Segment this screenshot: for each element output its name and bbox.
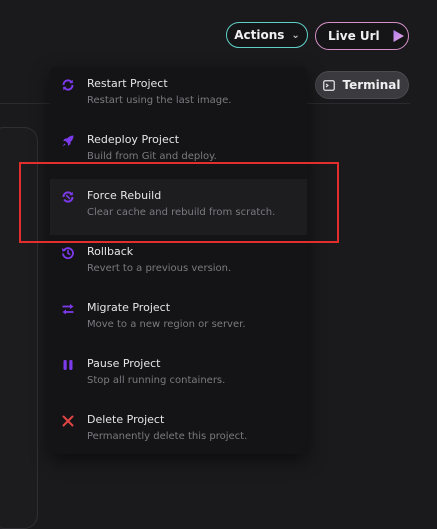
terminal-button[interactable]: Terminal <box>315 71 409 99</box>
live-url-button[interactable]: Live Url <box>315 22 409 50</box>
terminal-icon <box>323 79 336 91</box>
menu-item-description: Stop all running containers. <box>87 375 226 386</box>
actions-dropdown-menu: Restart Project Restart using the last i… <box>50 67 307 454</box>
history-icon <box>62 247 74 260</box>
menu-item-title: Migrate Project <box>87 301 171 314</box>
menu-item-description: Revert to a previous version. <box>87 263 232 274</box>
menu-item-title: Delete Project <box>87 413 165 426</box>
menu-item-migrate-project[interactable]: Migrate Project Move to a new region or … <box>50 291 307 347</box>
menu-item-title: Pause Project <box>87 357 161 370</box>
chevron-down-icon: ⌄ <box>291 30 300 41</box>
swap-arrows-icon <box>62 304 74 315</box>
actions-label: Actions <box>234 28 285 42</box>
menu-item-title: Rollback <box>87 245 134 258</box>
live-url-label: Live Url <box>328 29 380 43</box>
menu-item-rollback[interactable]: Rollback Revert to a previous version. <box>50 235 307 291</box>
menu-item-title: Redeploy Project <box>87 133 180 146</box>
pause-icon <box>63 360 73 370</box>
menu-item-restart-project[interactable]: Restart Project Restart using the last i… <box>50 67 307 123</box>
play-icon <box>393 30 404 42</box>
menu-item-delete-project[interactable]: Delete Project Permanently delete this p… <box>50 403 307 459</box>
menu-item-description: Move to a new region or server. <box>87 319 246 330</box>
menu-item-description: Restart using the last image. <box>87 95 232 106</box>
menu-item-title: Restart Project <box>87 77 168 90</box>
rocket-icon <box>62 135 74 147</box>
menu-item-pause-project[interactable]: Pause Project Stop all running container… <box>50 347 307 403</box>
terminal-label: Terminal <box>342 78 401 92</box>
menu-item-description: Build from Git and deploy. <box>87 151 217 162</box>
actions-button[interactable]: Actions ⌄ <box>226 22 308 48</box>
menu-item-description: Permanently delete this project. <box>87 431 248 442</box>
restart-icon <box>62 79 74 91</box>
x-icon <box>62 415 74 427</box>
annotation-highlight-box <box>19 162 339 243</box>
